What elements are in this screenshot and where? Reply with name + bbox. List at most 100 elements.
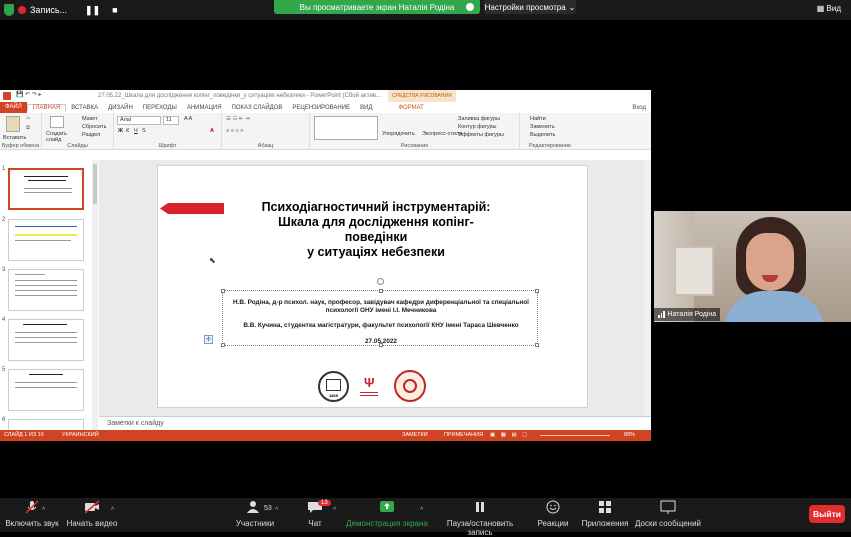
layout-button[interactable]: Макет (82, 116, 98, 122)
thumbnail-scrollbar[interactable] (92, 160, 98, 430)
font-grow-icon[interactable]: A A (184, 116, 192, 122)
slide-thumb-2[interactable] (8, 219, 84, 261)
share-screen-label: Демонстрация экрана (346, 519, 428, 528)
slide-thumb-5[interactable] (8, 369, 84, 411)
share-screen-button[interactable]: Демонстрация экрана (346, 500, 428, 528)
create-slide-label[interactable]: Создать слайд (46, 131, 72, 143)
rotate-handle-icon[interactable] (377, 278, 384, 285)
quick-styles-button[interactable]: Экспресс-стили (422, 131, 462, 137)
zoom-level[interactable]: 89% (624, 432, 635, 438)
chevron-up-icon[interactable]: ^ (111, 507, 114, 514)
list-icon[interactable]: ☰ ☷ ⇤ ⇥ (226, 116, 250, 122)
font-size-select[interactable]: 11 (163, 116, 179, 125)
align-icon[interactable]: ≡ ≡ ≡ ≡ (226, 128, 243, 134)
tab-home[interactable]: ГЛАВНАЯ (26, 104, 67, 111)
leave-meeting-button[interactable]: Выйти (809, 505, 845, 523)
chevron-up-icon[interactable]: ^ (275, 507, 278, 514)
cut-icon[interactable]: ✂ (26, 116, 31, 122)
view-settings-button[interactable]: Настройки просмотра ⌄ (484, 0, 576, 14)
author-1-line-2: психології ОНУ імені І.І. Мечникова (325, 307, 437, 314)
reactions-button[interactable]: Реакции (534, 500, 572, 528)
resize-handle[interactable] (535, 289, 539, 293)
copy-icon[interactable]: ⧉ (26, 125, 30, 132)
reset-button[interactable]: Сбросить (82, 124, 106, 130)
zoom-top-bar: Запись... ❚❚ ■ Вы просматриваете экран Н… (0, 0, 851, 20)
resize-handle[interactable] (221, 289, 225, 293)
quick-access-icons[interactable]: 💾 ↶ ↷ ▸ (16, 91, 42, 98)
tab-animation[interactable]: АНИМАЦИЯ (182, 105, 227, 111)
shape-outline-button[interactable]: Контур фигуры (458, 124, 496, 130)
zoom-slider[interactable] (540, 435, 610, 436)
slide-thumb-6[interactable] (8, 419, 84, 430)
chevron-up-icon[interactable]: ^ (333, 507, 336, 514)
resize-handle[interactable] (221, 343, 225, 347)
resize-handle[interactable] (379, 343, 383, 347)
mouse-cursor-icon: ⬉ (209, 256, 216, 265)
unmute-button[interactable]: Включить звук (4, 500, 60, 528)
find-button[interactable]: Найти (530, 116, 546, 122)
sign-in-label[interactable]: Вход (627, 105, 651, 111)
slide-thumb-1[interactable] (8, 168, 84, 210)
share-screen-icon (380, 501, 394, 512)
font-name-select[interactable]: Arial (117, 116, 161, 125)
slide-title[interactable]: Психодіагностичний інструментарій: Шкала… (226, 200, 526, 260)
tab-insert[interactable]: ВСТАВКА (66, 105, 103, 111)
select-button[interactable]: Выделить (530, 132, 555, 138)
bold-icon[interactable]: Ж (118, 128, 123, 134)
tab-format[interactable]: ФОРМАТ (393, 105, 428, 111)
font-color-icon[interactable]: A (210, 128, 214, 134)
banner-status-icon (466, 3, 474, 11)
slide-number: 2 (2, 217, 6, 223)
comments-toggle[interactable]: ПРИМЕЧАНИЯ (444, 432, 483, 438)
pause-icon[interactable]: ❚❚ (85, 5, 100, 16)
authors-textbox[interactable]: Н.В. Родіна, д-р психол. наук, професор,… (221, 289, 539, 347)
view-menu-label: Вид (826, 4, 841, 13)
pause-recording-button[interactable]: Пауза/остановить запись (434, 500, 526, 537)
shape-effects-button[interactable]: Эффекты фигуры (458, 132, 504, 138)
replace-button[interactable]: Заменить (530, 124, 555, 130)
recording-indicator[interactable]: Запись... ❚❚ ■ (4, 3, 118, 17)
notes-pane[interactable]: Заметки к слайду (99, 416, 651, 430)
start-video-button[interactable]: Начать видео (64, 500, 120, 528)
view-menu-button[interactable]: ▦ Вид (817, 4, 841, 13)
stop-icon[interactable]: ■ (112, 5, 117, 15)
red-arrow-decoration (160, 203, 224, 214)
participants-count: 53 (264, 505, 272, 512)
strikethrough-icon[interactable]: S (142, 128, 146, 134)
new-slide-icon[interactable] (50, 116, 64, 128)
slide-thumb-3[interactable] (8, 269, 84, 311)
tab-view[interactable]: ВИД (355, 105, 377, 111)
resize-handle[interactable] (379, 289, 383, 293)
tab-slideshow[interactable]: ПОКАЗ СЛАЙДОВ (227, 105, 288, 111)
participant-name-tag: Наталія Родіна (654, 308, 721, 321)
paste-icon[interactable] (6, 116, 20, 132)
chevron-up-icon[interactable]: ^ (42, 507, 45, 514)
ppt-title-bar: 💾 ↶ ↷ ▸ 27.05.22_Шкала для дослідження к… (0, 90, 651, 102)
layout-options-icon[interactable]: ✣ (204, 335, 213, 344)
underline-icon[interactable]: Ч (134, 128, 138, 134)
participant-video[interactable] (654, 211, 851, 322)
shapes-gallery[interactable] (314, 116, 378, 140)
notes-toggle[interactable]: ЗАМЕТКИ (402, 432, 428, 438)
tab-review[interactable]: РЕЦЕНЗИРОВАНИЕ (287, 105, 355, 111)
arrange-button[interactable]: Упорядочить (382, 131, 415, 137)
slide-thumb-4[interactable] (8, 319, 84, 361)
resize-handle[interactable] (535, 343, 539, 347)
tab-design[interactable]: ДИЗАЙН (103, 105, 138, 111)
drawing-tools-label: СРЕДСТВА РИСОВАНИЯ (388, 90, 456, 102)
chevron-up-icon[interactable]: ^ (420, 507, 423, 514)
tab-transitions[interactable]: ПЕРЕХОДЫ (138, 105, 182, 111)
view-mode-icons[interactable]: ▣ ▦ ▤ ▢ (490, 432, 529, 438)
apps-button[interactable]: Приложения (580, 500, 630, 528)
share-banner-text: Вы просматриваете экран Наталія Родіна (299, 2, 455, 12)
shape-fill-button[interactable]: Заливка фигуры (458, 116, 500, 122)
section-button[interactable]: Раздел (82, 132, 100, 138)
editor-scrollbar[interactable] (644, 160, 651, 416)
signal-icon (658, 311, 665, 318)
italic-icon[interactable]: К (126, 128, 129, 134)
whiteboards-button[interactable]: Доски сообщений (634, 500, 702, 528)
tab-file[interactable]: ФАЙЛ (0, 102, 27, 113)
slide-thumbnails: 1 2 3 4 5 6 (0, 160, 98, 430)
language-label: УКРАИНСКИЙ (62, 432, 99, 438)
paste-label[interactable]: Вставить (3, 135, 26, 141)
